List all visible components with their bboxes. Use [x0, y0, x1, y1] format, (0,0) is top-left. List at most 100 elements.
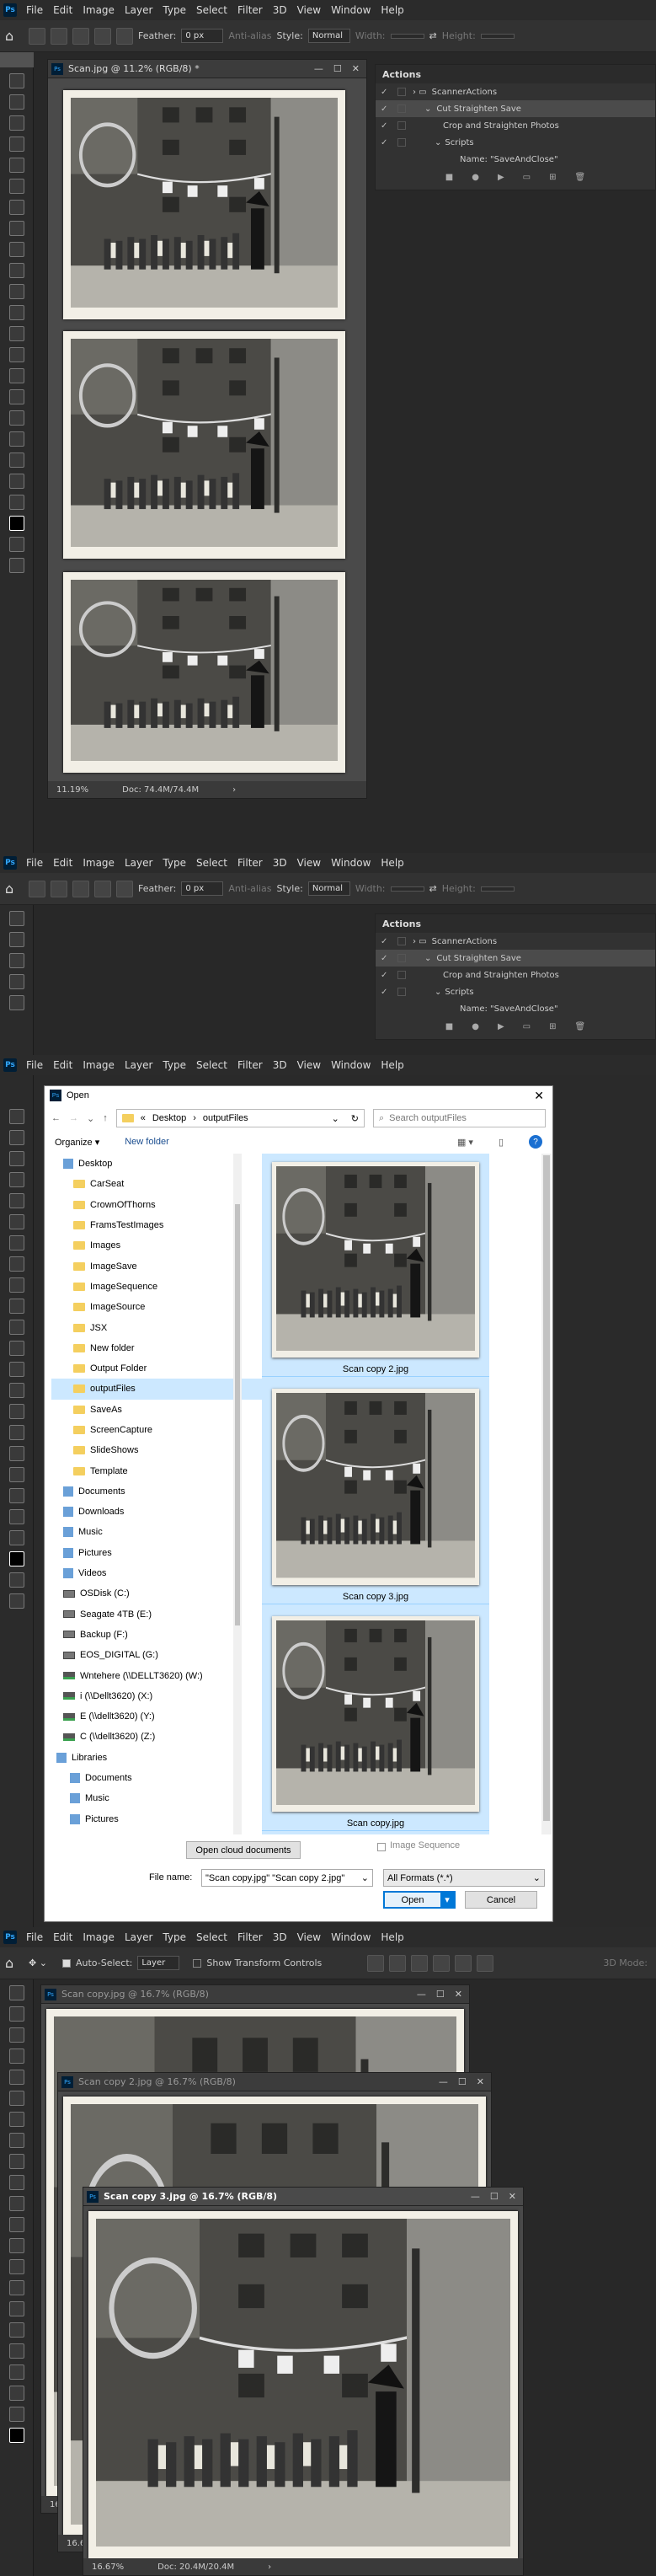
crop-tool-icon[interactable] [8, 2070, 24, 2085]
menu-view[interactable]: View [297, 1059, 321, 1071]
dialog-toggle[interactable] [397, 88, 406, 96]
action-row-selected[interactable]: ✓ ⌄ Cut Straighten Save [376, 950, 655, 967]
type-tool-icon[interactable] [8, 410, 24, 426]
zoom-tool-icon[interactable] [8, 1530, 24, 1545]
tree-item[interactable]: SaveAs [51, 1400, 291, 1420]
close-icon[interactable]: ✕ [455, 1989, 462, 2000]
file-item[interactable]: Scan copy.jpg [262, 1608, 489, 1831]
gradient-tool-icon[interactable] [8, 2238, 24, 2253]
tree-item[interactable]: CarSeat [51, 1174, 291, 1194]
new-set-icon[interactable]: ▭ [523, 1022, 531, 1031]
dialog-close-icon[interactable]: ✕ [534, 1089, 544, 1103]
menu-window[interactable]: Window [331, 4, 371, 16]
clone-stamp-icon[interactable] [8, 263, 24, 278]
menu-select[interactable]: Select [196, 1931, 227, 1943]
new-action-icon[interactable]: ⊞ [549, 173, 556, 182]
eraser-tool-icon[interactable] [8, 2217, 24, 2232]
auto-select-checkbox[interactable] [62, 1958, 71, 1968]
maximize-icon[interactable]: ☐ [458, 2076, 467, 2087]
color-swatches-icon[interactable] [8, 1551, 24, 1566]
organize-menu[interactable]: Organize ▾ [55, 1137, 99, 1148]
menu-select[interactable]: Select [196, 4, 227, 16]
swap-icon[interactable]: ⇄ [429, 883, 437, 894]
menu-3d[interactable]: 3D [273, 4, 287, 16]
hand-tool-icon[interactable] [8, 474, 24, 489]
move-tool-icon[interactable] [8, 911, 24, 926]
align-center-button[interactable] [389, 1954, 407, 1972]
zoom-tool-icon[interactable] [8, 2407, 24, 2422]
eyedropper-tool-icon[interactable] [8, 2112, 24, 2127]
canvas[interactable] [48, 78, 366, 781]
home-icon[interactable]: ⌂ [5, 1955, 24, 1971]
dialog-toggle[interactable] [397, 971, 406, 979]
tree-item[interactable]: outputFiles [51, 1379, 291, 1400]
canvas[interactable] [83, 2206, 523, 2560]
menu-layer[interactable]: Layer [125, 857, 152, 869]
color-swatches-icon[interactable] [8, 2428, 24, 2443]
menu-3d[interactable]: 3D [273, 1059, 287, 1071]
forward-arrow-icon[interactable]: → [69, 1113, 78, 1123]
transform-controls-checkbox[interactable] [193, 1958, 202, 1968]
delete-icon[interactable]: 🗑 [575, 1022, 586, 1031]
breadcrumb-desktop[interactable]: Desktop [152, 1113, 186, 1123]
action-step-row[interactable]: ✓ Crop and Straighten Photos [376, 967, 655, 983]
tree-item[interactable]: Images [51, 1235, 291, 1256]
marquee-tool-icon[interactable] [8, 94, 24, 110]
pen-tool-icon[interactable] [8, 2301, 24, 2316]
marquee-tool-icon[interactable] [8, 932, 24, 947]
new-folder-button[interactable]: New folder [125, 1137, 169, 1147]
check-icon[interactable]: ✓ [381, 121, 392, 131]
dialog-toggle[interactable] [397, 121, 406, 130]
healing-brush-icon[interactable] [8, 221, 24, 236]
menu-filter[interactable]: Filter [237, 4, 263, 16]
lasso-tool-icon[interactable] [8, 2027, 24, 2043]
screen-mode-icon[interactable] [8, 1593, 24, 1609]
new-selection-button[interactable] [51, 880, 67, 897]
healing-brush-icon[interactable] [8, 1256, 24, 1272]
menu-window[interactable]: Window [331, 1931, 371, 1943]
menu-view[interactable]: View [297, 857, 321, 869]
clone-stamp-icon[interactable] [8, 2175, 24, 2190]
breadcrumb-outputfiles[interactable]: outputFiles [203, 1113, 248, 1123]
menu-edit[interactable]: Edit [53, 857, 72, 869]
eraser-tool-icon[interactable] [8, 1341, 24, 1356]
image-sequence-checkbox[interactable] [377, 1843, 386, 1851]
tree-item[interactable]: ScreenCapture [51, 1420, 291, 1440]
dialog-toggle[interactable] [397, 988, 406, 996]
tree-item[interactable]: Template [51, 1460, 291, 1481]
dodge-tool-icon[interactable] [8, 368, 24, 383]
feather-input[interactable]: 0 px [181, 881, 224, 896]
menu-window[interactable]: Window [331, 857, 371, 869]
close-icon[interactable]: ✕ [352, 63, 360, 74]
action-step-row[interactable]: ✓ ⌄ Scripts [376, 134, 655, 151]
open-button[interactable]: Open ▾ [383, 1891, 456, 1909]
menu-view[interactable]: View [297, 4, 321, 16]
menu-edit[interactable]: Edit [53, 1059, 72, 1071]
close-icon[interactable]: ✕ [509, 2191, 516, 2202]
tree-item[interactable]: ImageSequence [51, 1277, 291, 1297]
frame-tool-icon[interactable] [8, 1214, 24, 1229]
menu-file[interactable]: File [26, 1059, 43, 1071]
maximize-icon[interactable]: ☐ [490, 2191, 499, 2202]
align-top-button[interactable] [433, 1954, 451, 1972]
action-step-row[interactable]: ✓ ⌄ Scripts [376, 983, 655, 1000]
style-select[interactable]: Normal [307, 29, 350, 43]
menu-filter[interactable]: Filter [237, 1059, 263, 1071]
shape-tool-icon[interactable] [8, 1488, 24, 1503]
history-brush-icon[interactable] [8, 284, 24, 299]
status-chevron-icon[interactable]: › [232, 785, 236, 795]
menu-help[interactable]: Help [381, 857, 403, 869]
type-tool-icon[interactable] [8, 2322, 24, 2338]
history-brush-icon[interactable] [8, 2196, 24, 2211]
action-set-row[interactable]: ✓ › ▭ ScannerActions [376, 933, 655, 950]
tree-item[interactable]: Music [51, 1788, 291, 1808]
dialog-toggle[interactable] [397, 138, 406, 147]
action-step-row[interactable]: ✓ Crop and Straighten Photos [376, 117, 655, 134]
tree-item[interactable]: i (\\Dellt3620) (X:) [51, 1686, 291, 1706]
tree-item[interactable]: Desktop [51, 1154, 291, 1174]
menu-image[interactable]: Image [83, 857, 115, 869]
move-tool-preset-icon[interactable]: ✥ ⌄ [29, 1957, 57, 1968]
width-input[interactable] [390, 886, 424, 892]
minimize-icon[interactable]: — [314, 63, 323, 74]
menu-layer[interactable]: Layer [125, 1059, 152, 1071]
